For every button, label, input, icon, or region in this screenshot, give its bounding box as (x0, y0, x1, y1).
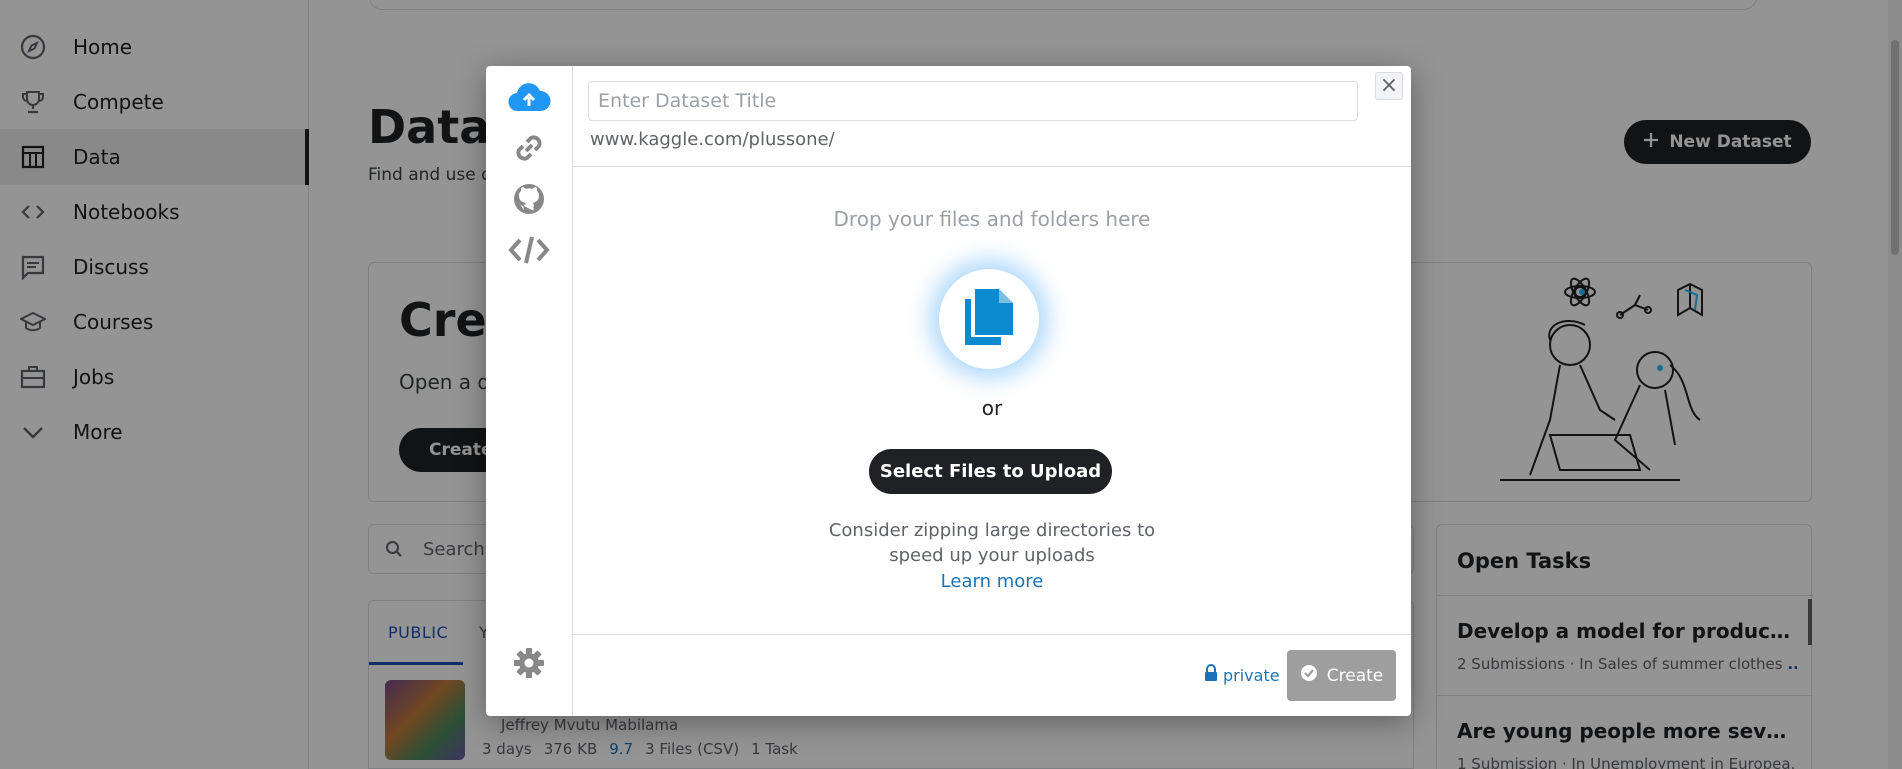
files-icon (961, 285, 1017, 353)
zip-hint-line: Consider zipping large directories to (828, 520, 1156, 541)
code-source-button[interactable] (507, 232, 551, 272)
link-icon (511, 130, 547, 170)
file-drop-target[interactable] (939, 269, 1039, 369)
cloud-upload-icon (507, 81, 551, 117)
github-icon (512, 182, 546, 220)
select-files-button[interactable]: Select Files to Upload (869, 449, 1112, 494)
drop-zone-title: Drop your files and folders here (833, 207, 1151, 231)
dataset-title-input[interactable] (588, 81, 1358, 121)
link-source-button[interactable] (507, 130, 551, 170)
footer-divider (573, 634, 1411, 635)
upload-source-button[interactable] (507, 79, 551, 119)
zip-hint: Consider zipping large directories to sp… (573, 518, 1411, 568)
privacy-toggle[interactable]: private (1204, 664, 1280, 686)
learn-more-link[interactable]: Learn more (573, 571, 1411, 592)
github-source-button[interactable] (507, 181, 551, 221)
close-button[interactable]: × (1375, 72, 1403, 100)
file-drop-zone[interactable]: Drop your files and folders here or Sele… (573, 167, 1411, 635)
settings-button[interactable] (507, 645, 551, 685)
privacy-label: private (1223, 665, 1280, 685)
source-rail (486, 66, 573, 716)
close-icon: × (1379, 73, 1399, 98)
new-dataset-modal: www.kaggle.com/plussone/ × Drop your fil… (486, 66, 1411, 716)
check-circle-icon (1300, 664, 1318, 687)
or-separator: or (981, 396, 1003, 420)
lock-icon (1204, 664, 1218, 686)
create-label: Create (1326, 665, 1384, 686)
dataset-url-prefix: www.kaggle.com/plussone/ (590, 129, 835, 150)
create-dataset-button[interactable]: Create (1287, 650, 1396, 701)
gear-icon (513, 647, 545, 683)
code-tag-icon (508, 234, 550, 270)
zip-hint-line: speed up your uploads (889, 545, 1095, 566)
